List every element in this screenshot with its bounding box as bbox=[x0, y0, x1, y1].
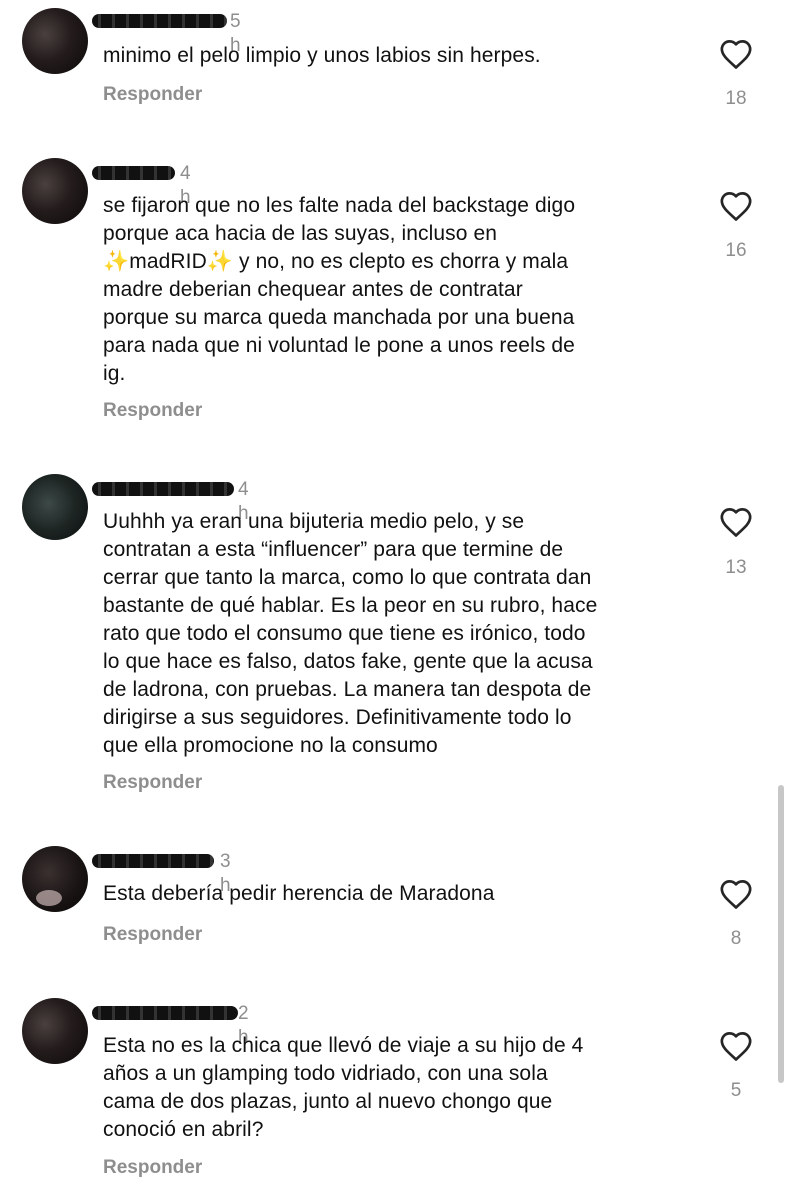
avatar[interactable] bbox=[22, 474, 88, 540]
comment-text: minimo el pelo limpio y unos labios sin … bbox=[103, 44, 541, 67]
comment-text: Uuhhh ya eran una bijuteria medio pelo, … bbox=[103, 510, 598, 757]
like-count: 13 bbox=[725, 557, 747, 578]
avatar[interactable] bbox=[22, 158, 88, 224]
comment-text: se fijaron que no les falte nada del bac… bbox=[103, 194, 576, 385]
scrollbar[interactable] bbox=[778, 785, 784, 1083]
heart-icon[interactable] bbox=[719, 1030, 753, 1062]
heart-icon[interactable] bbox=[719, 506, 753, 538]
like-count: 16 bbox=[725, 240, 747, 261]
redacted-username[interactable] bbox=[92, 854, 214, 868]
like-count: 18 bbox=[725, 88, 747, 109]
comment-text: Esta debería pedir herencia de Maradona bbox=[103, 882, 495, 905]
redacted-username[interactable] bbox=[92, 14, 227, 28]
reply-button[interactable]: Responder bbox=[103, 1157, 202, 1179]
reply-button[interactable]: Responder bbox=[103, 400, 202, 422]
redacted-username[interactable] bbox=[92, 482, 234, 496]
heart-icon[interactable] bbox=[719, 878, 753, 910]
redacted-username[interactable] bbox=[92, 1006, 238, 1020]
reply-button[interactable]: Responder bbox=[103, 924, 202, 946]
avatar[interactable] bbox=[22, 998, 88, 1064]
heart-icon[interactable] bbox=[719, 38, 753, 70]
avatar[interactable] bbox=[22, 846, 88, 912]
like-count: 8 bbox=[730, 928, 742, 949]
avatar[interactable] bbox=[22, 8, 88, 74]
reply-button[interactable]: Responder bbox=[103, 772, 202, 794]
reply-button[interactable]: Responder bbox=[103, 84, 202, 106]
like-count: 5 bbox=[730, 1080, 742, 1101]
comment-text: Esta no es la chica que llevó de viaje a… bbox=[103, 1034, 584, 1141]
heart-icon[interactable] bbox=[719, 190, 753, 222]
redacted-username[interactable] bbox=[92, 166, 175, 180]
